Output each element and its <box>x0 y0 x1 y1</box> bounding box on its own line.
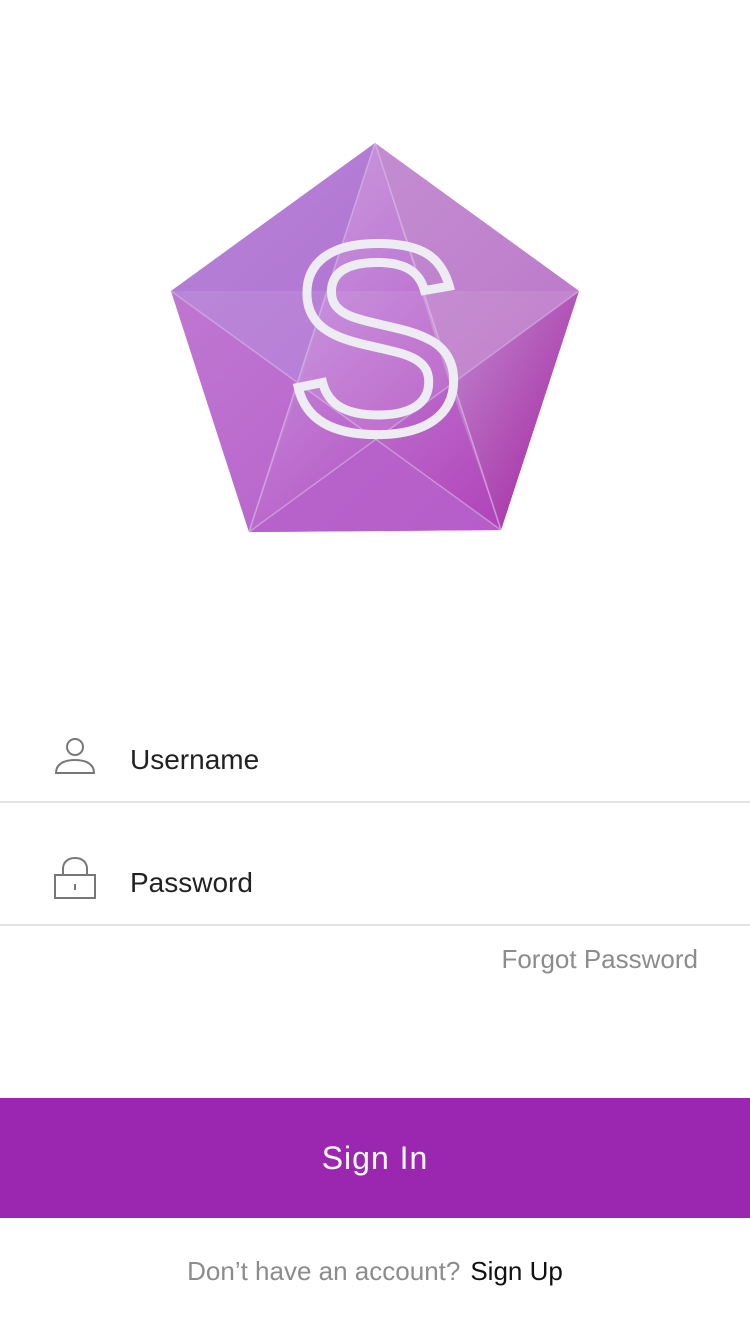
divider <box>0 801 750 803</box>
forgot-password-link[interactable]: Forgot Password <box>501 944 698 975</box>
user-icon <box>54 738 96 774</box>
lock-icon <box>54 857 96 899</box>
username-row <box>0 720 750 800</box>
sign-up-link[interactable]: Sign Up <box>470 1256 563 1286</box>
password-field[interactable] <box>130 858 690 908</box>
password-row <box>0 843 750 923</box>
username-field[interactable] <box>130 735 690 785</box>
logo-letter: S <box>286 189 466 490</box>
pentagon-logo-icon: S <box>170 142 580 533</box>
signup-prompt-text: Don’t have an account? <box>187 1256 461 1286</box>
divider <box>0 924 750 926</box>
signup-prompt: Don’t have an account? Sign Up <box>0 1256 750 1287</box>
app-logo: S <box>160 130 590 550</box>
sign-in-button[interactable]: Sign In <box>0 1098 750 1218</box>
